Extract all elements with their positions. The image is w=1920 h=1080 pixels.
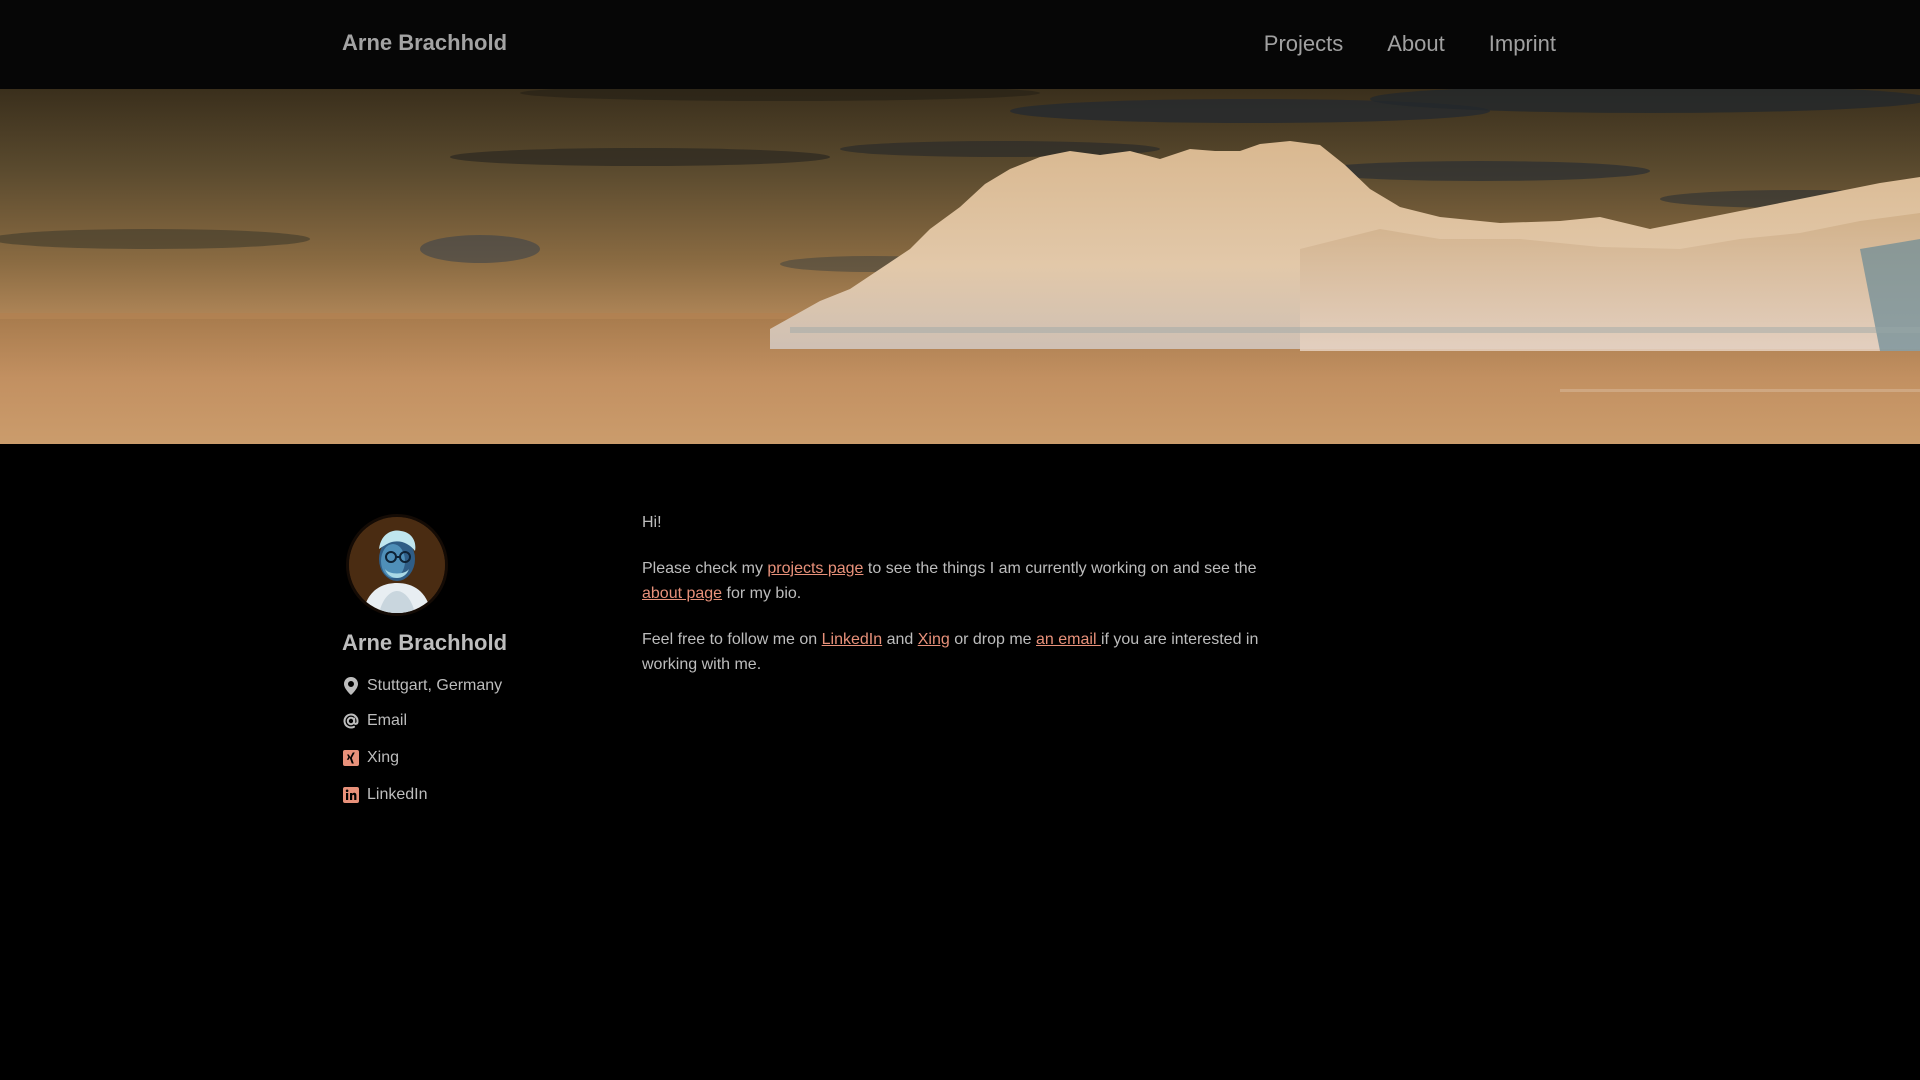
linkedin-item[interactable]: LinkedIn bbox=[342, 785, 602, 805]
contact-paragraph: Feel free to follow me on LinkedIn and X… bbox=[642, 627, 1292, 677]
xing-link[interactable]: Xing bbox=[367, 749, 399, 767]
main-nav: Projects About Imprint bbox=[1220, 31, 1556, 57]
xing-item[interactable]: Xing bbox=[342, 748, 602, 768]
contact-text-1: Feel free to follow me on bbox=[642, 631, 822, 648]
page-content: Hi! Please check my projects page to see… bbox=[642, 510, 1292, 698]
author-name: Arne Brachhold bbox=[342, 630, 508, 655]
nav-item-imprint[interactable]: Imprint bbox=[1489, 31, 1556, 57]
intro-text-3: for my bio. bbox=[722, 585, 802, 602]
intro-text-1: Please check my bbox=[642, 560, 768, 577]
email-inline-link[interactable]: an email bbox=[1036, 631, 1101, 648]
linkedin-link[interactable]: LinkedIn bbox=[367, 786, 428, 804]
author-sidebar: Arne Brachhold Stuttgart, Germany Email … bbox=[342, 514, 602, 805]
nav-item-projects[interactable]: Projects bbox=[1264, 31, 1343, 57]
contact-text-3: or drop me bbox=[949, 631, 1037, 648]
about-page-link[interactable]: about page bbox=[642, 585, 722, 602]
email-item[interactable]: Email bbox=[342, 711, 602, 731]
xing-icon bbox=[342, 749, 360, 767]
hero-landscape-illustration bbox=[0, 89, 1920, 444]
site-title-link[interactable]: Arne Brachhold bbox=[342, 30, 507, 56]
intro-text-2: to see the things I am currently working… bbox=[863, 560, 1257, 577]
map-marker-icon bbox=[342, 677, 360, 695]
contact-text-2: and bbox=[882, 631, 918, 648]
at-sign-icon bbox=[342, 712, 360, 730]
projects-page-link[interactable]: projects page bbox=[767, 560, 863, 577]
email-link[interactable]: Email bbox=[367, 712, 407, 730]
greeting-paragraph: Hi! bbox=[642, 510, 1292, 535]
hero-image bbox=[0, 89, 1920, 444]
linkedin-icon bbox=[342, 786, 360, 804]
author-links: Stuttgart, Germany Email Xing LinkedIn bbox=[342, 676, 602, 805]
nav-item-about[interactable]: About bbox=[1387, 31, 1445, 57]
linkedin-inline-link[interactable]: LinkedIn bbox=[822, 631, 883, 648]
xing-inline-link[interactable]: Xing bbox=[918, 631, 950, 648]
intro-paragraph: Please check my projects page to see the… bbox=[642, 556, 1292, 606]
greeting-text: Hi! bbox=[642, 514, 662, 531]
avatar bbox=[346, 514, 448, 616]
masthead: Arne Brachhold Projects About Imprint bbox=[0, 0, 1920, 89]
location-label: Stuttgart, Germany bbox=[367, 677, 503, 694]
location-item: Stuttgart, Germany bbox=[342, 676, 602, 696]
